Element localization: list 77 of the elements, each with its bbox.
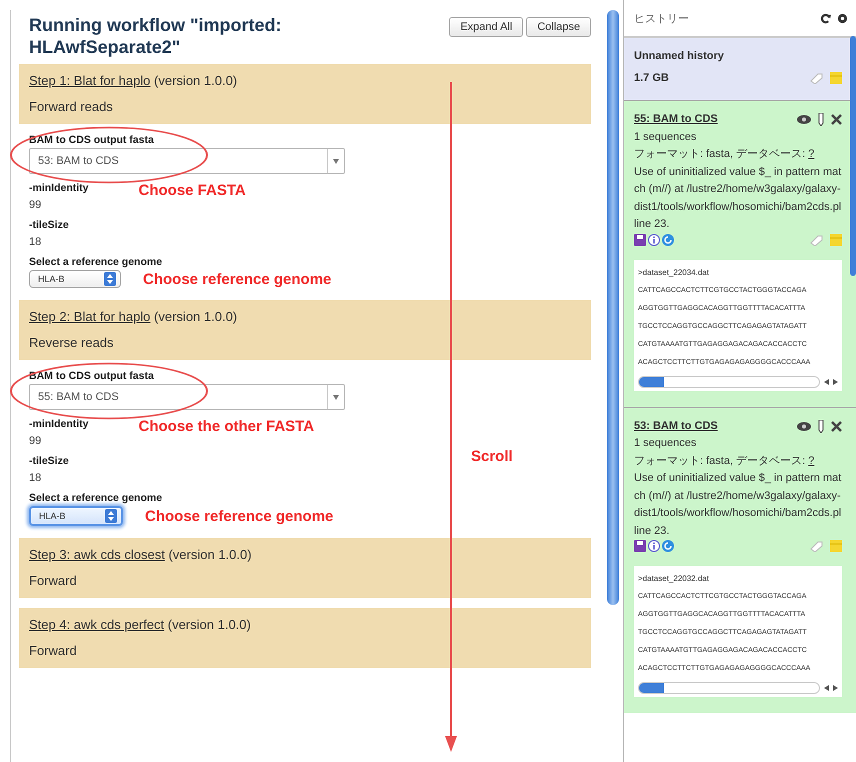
eye-icon[interactable]	[797, 115, 811, 124]
toolbar-button[interactable]: Expand All	[449, 17, 524, 37]
annotation-note: Choose FASTA	[138, 182, 246, 199]
dataset-title[interactable]: 55: BAM to CDS	[634, 111, 718, 128]
scrollbar-thumb[interactable]	[638, 376, 820, 388]
field-label: -tileSize	[29, 219, 69, 231]
refresh-icon[interactable]	[820, 12, 831, 24]
step-title[interactable]: Step 1: Blat for haplo	[29, 73, 150, 88]
field-label: -tileSize	[29, 455, 69, 467]
settings-icon[interactable]	[837, 12, 848, 24]
step-title[interactable]: Step 4: awk cds perfect	[29, 617, 164, 632]
dropdown-icon	[333, 394, 339, 400]
field-value: 99	[29, 199, 42, 211]
annotation-note: Choose reference genome	[143, 270, 332, 288]
history-name[interactable]: Unnamed history	[634, 50, 842, 62]
rerun-icon[interactable]	[662, 540, 674, 552]
step-version: (version 1.0.0)	[168, 617, 251, 632]
left-arrow-icon[interactable]	[824, 378, 829, 384]
save-icon[interactable]	[634, 234, 646, 246]
pencil-icon[interactable]	[817, 420, 825, 433]
genome-select[interactable]: HLA-B	[29, 270, 121, 288]
eye-icon[interactable]	[797, 422, 811, 431]
genome-select[interactable]: HLA-B	[29, 506, 123, 526]
dataset-select[interactable]: 55: BAM to CDS	[29, 384, 345, 410]
field-value: 18	[29, 236, 42, 248]
scrollbar-thumb[interactable]	[638, 682, 820, 694]
field-value: 18	[29, 472, 42, 484]
step-annotation: Reverse reads	[29, 334, 115, 352]
rerun-icon[interactable]	[662, 234, 674, 246]
info-icon[interactable]	[648, 540, 660, 552]
dataset-format: フォーマット: fasta, データベース: ?	[634, 454, 816, 468]
database-link[interactable]: ?	[808, 454, 814, 466]
dataset-select[interactable]: 53: BAM to CDS	[29, 148, 345, 174]
annotation-note: Choose reference genome	[145, 508, 334, 524]
dataset-message: Use of uninitialized value $_ in pattern match (m//) at /lustre2/home/w3galaxy/galaxy-dist1/tools/workflow/hosomichi/bam2cds.pl line 23.	[634, 471, 842, 538]
dataset-info: 1 sequences	[634, 130, 698, 144]
step-version: (version 1.0.0)	[154, 309, 238, 324]
step-annotation: Forward	[29, 642, 78, 660]
field-label: Select a reference genome	[29, 256, 164, 268]
field-label: -minIdentity	[29, 182, 88, 194]
stepper-icon	[104, 272, 116, 286]
peek-line: >dataset_22032.dat	[638, 573, 710, 585]
field-label: Select a reference genome	[29, 492, 164, 504]
dataset-message: Use of uninitialized value $_ in pattern match (m//) at /lustre2/home/w3galaxy/galaxy-dist1/tools/workflow/hosomichi/bam2cds.pl line 23.	[634, 164, 842, 232]
dropdown-icon	[333, 158, 339, 164]
field-label: -minIdentity	[29, 418, 88, 430]
step-version: (version 1.0.0)	[154, 73, 238, 88]
workflow-title: Running workflow "imported: HLAwfSeparate2"	[29, 14, 283, 58]
step-title[interactable]: Step 3: awk cds closest	[29, 547, 165, 562]
annotation-note: Choose the other FASTA	[138, 418, 314, 435]
scrollbar-thumb[interactable]	[607, 10, 619, 605]
dataset-info: 1 sequences	[634, 436, 698, 451]
field-value: 99	[29, 435, 42, 447]
field-label: BAM to CDS output fasta	[29, 370, 155, 382]
save-icon[interactable]	[634, 540, 646, 552]
step-annotation: Forward reads	[29, 98, 114, 116]
step-version: (version 1.0.0)	[168, 547, 252, 562]
step-title[interactable]: Step 2: Blat for haplo	[29, 309, 150, 324]
stepper-icon	[105, 509, 117, 523]
dataset-title[interactable]: 53: BAM to CDS	[634, 418, 718, 435]
annotation-note: Scroll	[471, 448, 513, 465]
toolbar-button[interactable]: Collapse	[526, 17, 592, 37]
database-link[interactable]: ?	[808, 148, 814, 160]
field-label: BAM to CDS output fasta	[29, 134, 155, 146]
dataset-format: フォーマット: fasta, データベース: ?	[634, 147, 816, 162]
delete-icon[interactable]	[831, 420, 842, 432]
info-icon[interactable]	[648, 234, 660, 246]
left-arrow-icon[interactable]	[824, 685, 829, 691]
right-arrow-icon[interactable]	[833, 685, 838, 691]
history-size: 1.7 GB	[634, 72, 669, 84]
delete-icon[interactable]	[831, 114, 842, 126]
step-annotation: Forward	[29, 572, 78, 590]
right-arrow-icon[interactable]	[833, 378, 838, 384]
peek-line: >dataset_22034.dat	[638, 266, 710, 279]
scrollbar-thumb[interactable]	[850, 36, 856, 276]
pencil-icon[interactable]	[817, 113, 825, 126]
history-title: ヒストリー	[634, 12, 689, 26]
